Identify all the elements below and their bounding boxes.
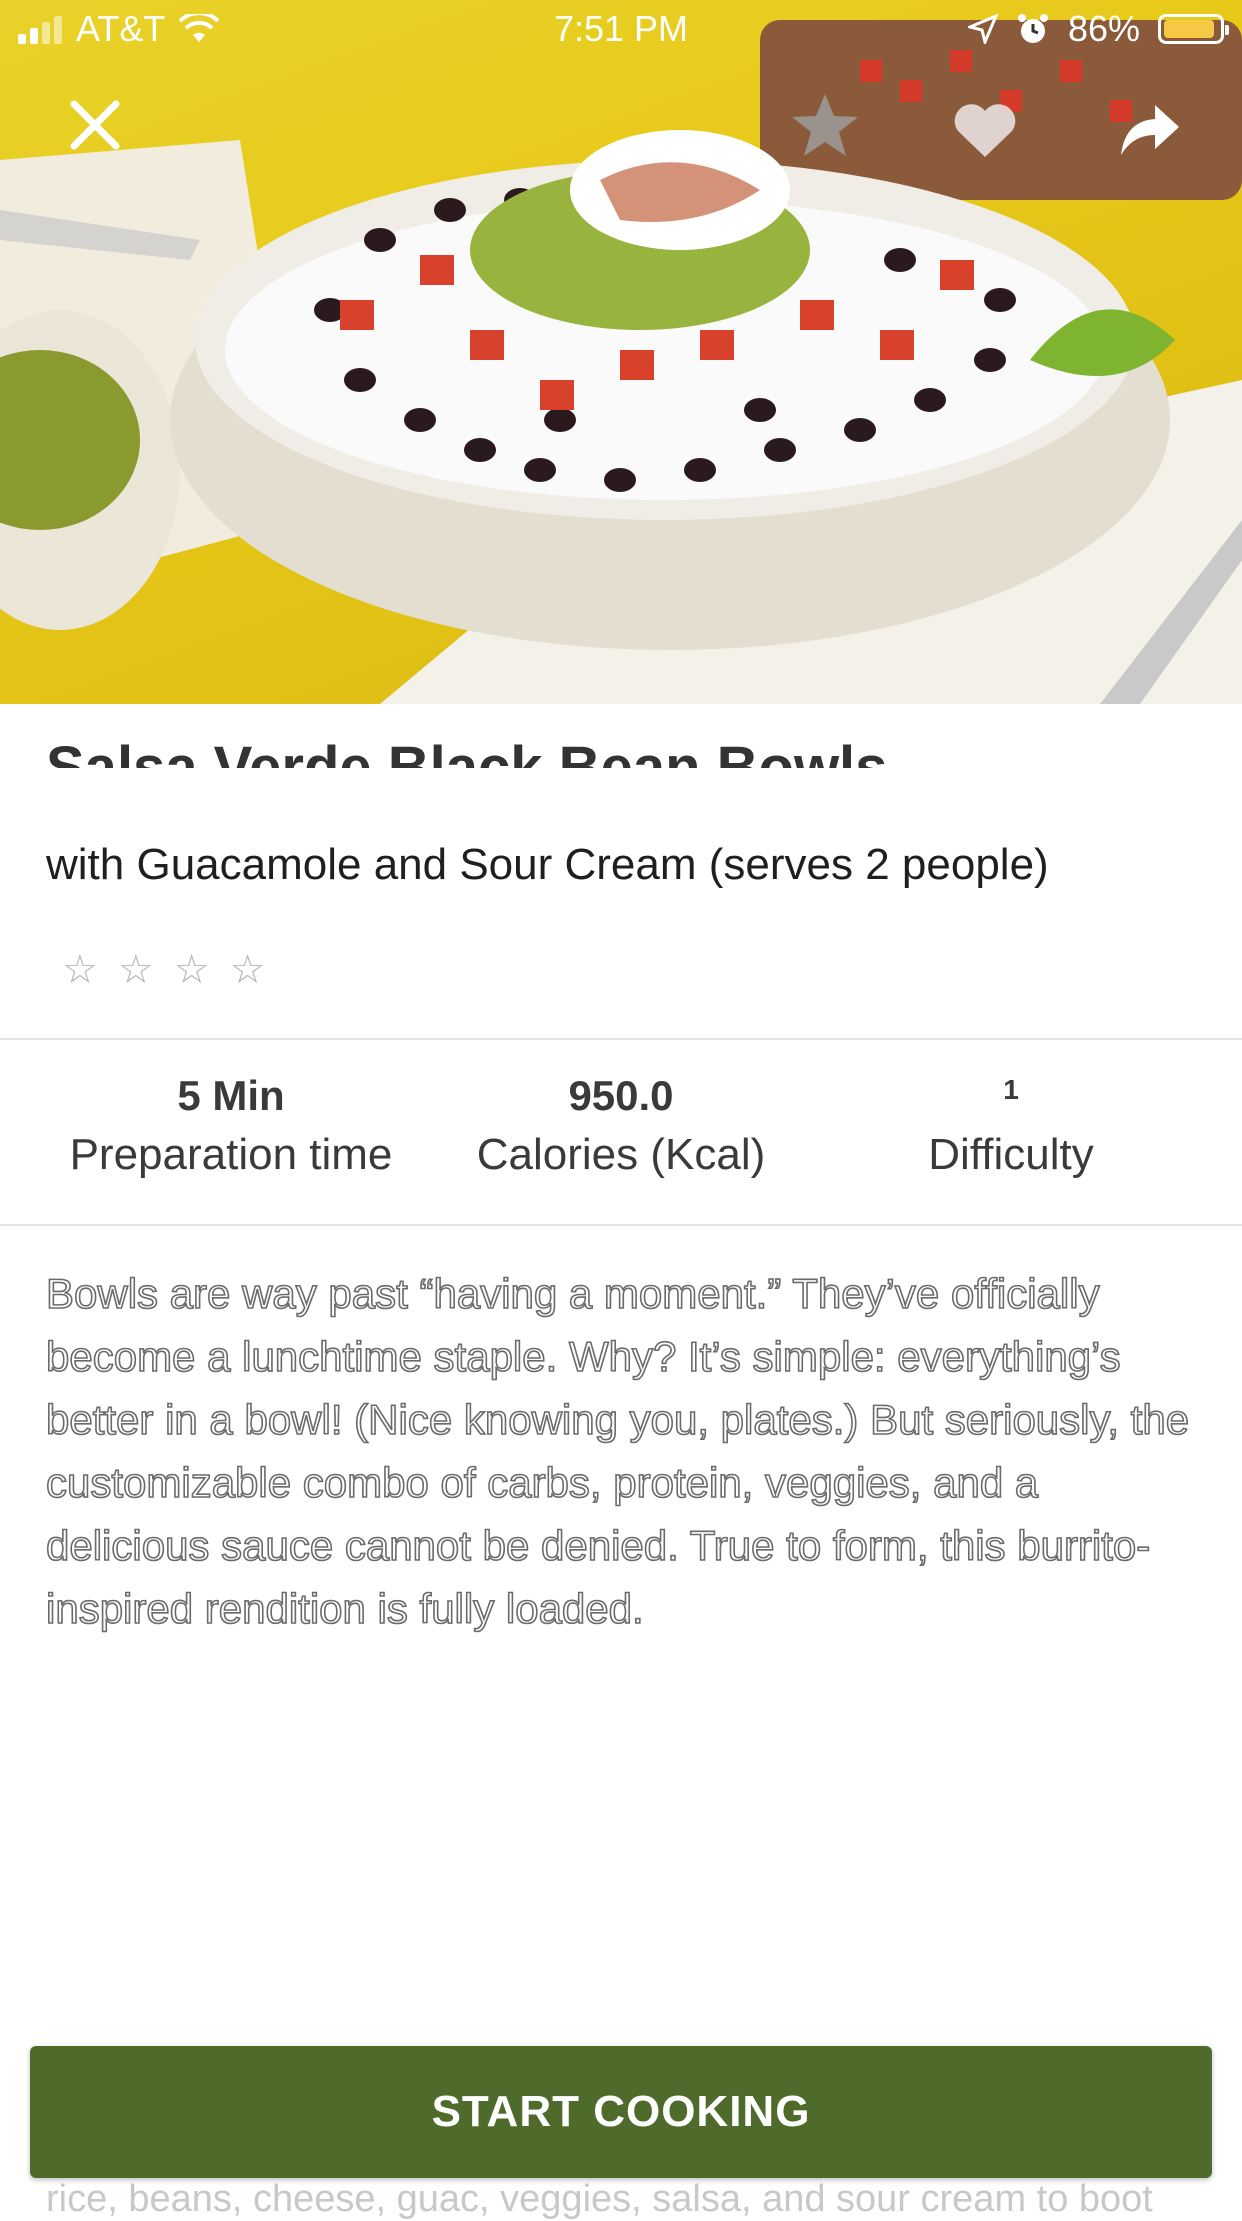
close-button[interactable] bbox=[60, 90, 130, 160]
stat-value: 950.0 bbox=[568, 1072, 674, 1119]
stat-difficulty: 1 Difficulty bbox=[804, 1070, 1218, 1180]
stat-preparation-time: 5 Min Preparation time bbox=[24, 1070, 438, 1180]
recipe-title: Salsa Verde Black Bean Bowls bbox=[46, 740, 1146, 768]
stat-label: Difficulty bbox=[928, 1130, 1094, 1179]
start-cooking-button[interactable]: START COOKING bbox=[30, 2046, 1212, 2178]
stat-value: 5 Min bbox=[177, 1072, 285, 1119]
close-icon bbox=[70, 100, 120, 150]
divider bbox=[0, 1224, 1242, 1226]
rating-star-icon[interactable]: ☆ bbox=[174, 950, 210, 990]
rating-star-icon[interactable]: ☆ bbox=[230, 950, 266, 990]
stat-label: Calories (Kcal) bbox=[476, 1130, 766, 1179]
status-bar: AT&T 7:51 PM 86% bbox=[0, 0, 1242, 62]
rating-star-icon[interactable]: ☆ bbox=[62, 950, 98, 990]
alarm-icon bbox=[1017, 14, 1048, 43]
description-continued: rice, beans, cheese, guac, veggies, sals… bbox=[46, 2178, 1153, 2220]
recipe-description: Bowls are way past “having a moment.” Th… bbox=[45, 1269, 1190, 1633]
favorite-star-button[interactable] bbox=[790, 90, 860, 160]
recipe-stats: 5 Min Preparation time 950.0 Calories (K… bbox=[0, 1040, 1242, 1224]
like-button[interactable] bbox=[950, 95, 1020, 165]
rating-star-icon[interactable]: ☆ bbox=[118, 950, 154, 990]
share-button[interactable] bbox=[1115, 95, 1185, 165]
battery-percent: 86% bbox=[1067, 8, 1140, 49]
burrito-bowl-illustration bbox=[0, 20, 1242, 704]
stat-calories: 950.0 Calories (Kcal) bbox=[414, 1070, 828, 1180]
stat-value: 1 bbox=[1003, 1074, 1019, 1105]
star-icon bbox=[792, 94, 858, 156]
location-arrow-icon bbox=[967, 14, 998, 44]
rating-stars[interactable]: ☆ ☆ ☆ ☆ bbox=[62, 950, 265, 990]
share-icon bbox=[1121, 105, 1179, 155]
recipe-subtitle: with Guacamole and Sour Cream (serves 2 … bbox=[46, 840, 1049, 889]
recipe-title-text: Salsa Verde Black Bean Bowls bbox=[46, 740, 1146, 768]
battery-icon bbox=[1158, 14, 1229, 44]
stat-label: Preparation time bbox=[69, 1130, 393, 1179]
status-right: 86% bbox=[967, 8, 1229, 50]
heart-icon bbox=[954, 104, 1016, 157]
recipe-hero-image bbox=[0, 0, 1242, 704]
